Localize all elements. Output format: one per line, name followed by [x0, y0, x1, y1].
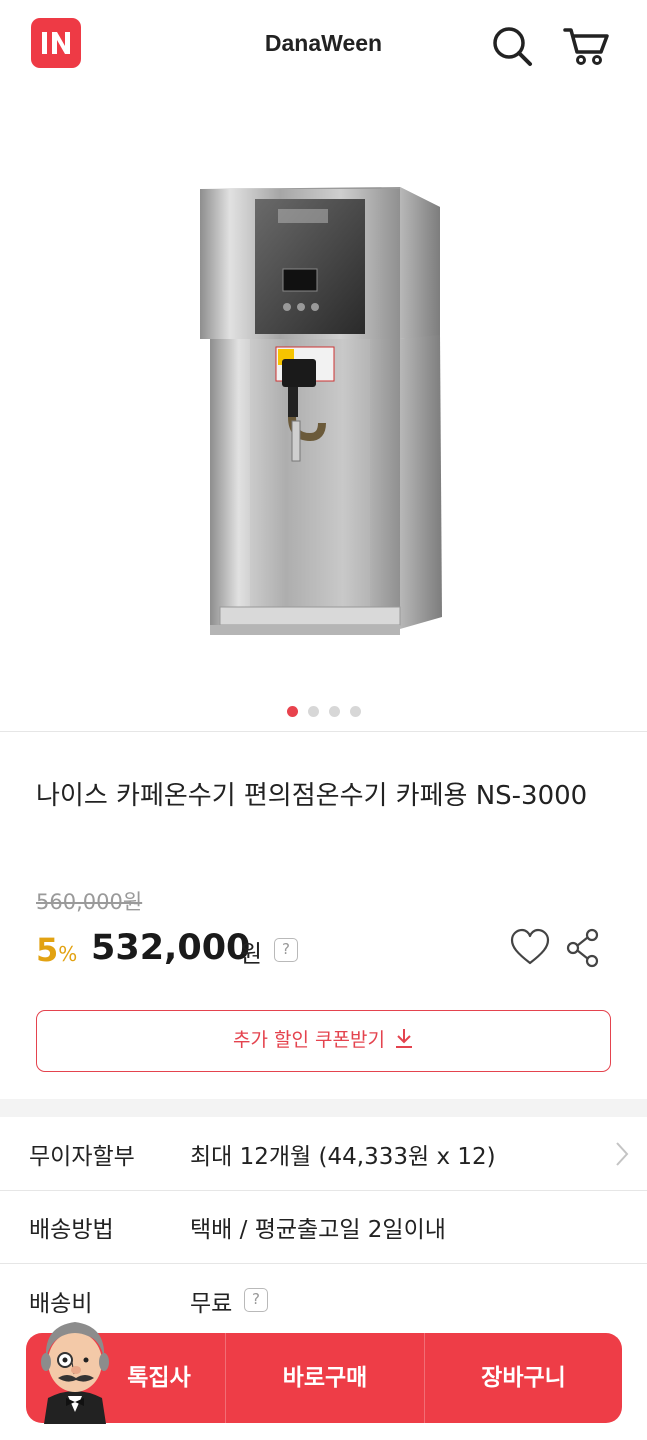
shipping-fee-value: 무료 — [190, 1291, 233, 1317]
gallery-dot-1[interactable] — [286, 706, 298, 717]
product-image — [200, 187, 442, 635]
installment-label: 무이자할부 — [29, 1144, 135, 1170]
currency-unit: 원 — [240, 940, 263, 968]
installment-value: 최대 12개월 (44,333원 x 12) — [190, 1144, 496, 1170]
discount-rate: 5% — [36, 931, 77, 969]
gallery-dot-3[interactable] — [328, 706, 340, 717]
shipping-fee-help-icon[interactable]: ? — [244, 1288, 268, 1312]
add-to-cart-button[interactable]: 장바구니 — [424, 1333, 622, 1423]
section-separator — [0, 1099, 647, 1117]
share-icon[interactable] — [565, 927, 601, 969]
coupon-label: 추가 할인 쿠폰받기 — [233, 1029, 385, 1051]
discount-number: 5 — [36, 931, 59, 969]
search-icon[interactable] — [488, 22, 536, 70]
heart-icon[interactable] — [509, 927, 551, 969]
cart-icon[interactable] — [562, 22, 610, 70]
original-price: 560,000원 — [36, 890, 143, 914]
shipping-method-label: 배송방법 — [29, 1217, 114, 1243]
discount-unit: % — [58, 942, 78, 966]
gallery-pagination — [0, 702, 647, 717]
butler-mascot-icon[interactable] — [30, 1312, 120, 1424]
section-divider — [0, 731, 647, 732]
price-help-icon[interactable]: ? — [274, 938, 298, 962]
site-title[interactable]: DanaWeen — [0, 30, 647, 57]
app-header: DanaWeen — [0, 0, 647, 92]
product-image-gallery[interactable] — [0, 92, 647, 732]
gallery-dot-4[interactable] — [349, 706, 361, 717]
download-icon — [395, 1029, 412, 1048]
shipping-method-row: 배송방법 택배 / 평균출고일 2일이내 — [0, 1190, 647, 1264]
chevron-right-icon[interactable] — [612, 1139, 632, 1169]
product-title: 나이스 카페온수기 편의점온수기 카페용 NS-3000 — [36, 781, 588, 811]
shipping-method-value: 택배 / 평균출고일 2일이내 — [190, 1217, 446, 1243]
buy-now-button[interactable]: 바로구매 — [225, 1333, 424, 1423]
sale-price: 532,000 — [91, 928, 251, 968]
coupon-download-button[interactable]: 추가 할인 쿠폰받기 — [36, 1010, 611, 1072]
gallery-dot-2[interactable] — [307, 706, 319, 717]
installment-row[interactable]: 무이자할부 최대 12개월 (44,333원 x 12) — [0, 1117, 647, 1191]
